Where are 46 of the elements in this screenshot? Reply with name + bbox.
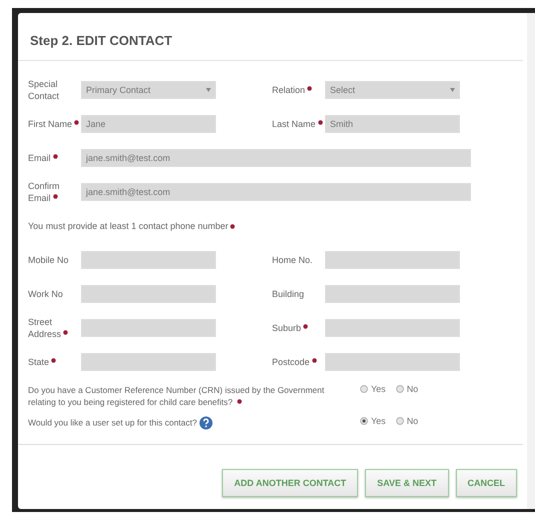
input-field[interactable] [325,352,460,370]
help-icon[interactable] [199,416,214,430]
action-button[interactable]: ADD ANOTHER CONTACT [222,469,358,497]
field-label: Street Address [28,316,62,338]
input-field[interactable] [325,250,460,268]
field-label: Relation [272,84,306,94]
field-label: Work No [28,288,63,298]
input-field[interactable]: Smith [325,114,460,132]
field-label: Home No. [272,254,313,264]
action-button[interactable]: SAVE & NEXT [365,469,448,497]
field-label: Last Name [272,118,316,128]
question-text: Would you like a user set up for this contact? [28,417,197,428]
input-field[interactable]: Jane [81,114,216,132]
radio-button[interactable] [396,417,404,425]
input-field[interactable]: jane.smith@test.com [81,182,471,200]
input-field[interactable] [325,284,460,302]
action-button[interactable]: CANCEL [456,469,517,497]
input-field[interactable] [81,250,216,268]
radio-label: No [406,416,418,426]
field-label: Email [28,152,51,162]
radio-button[interactable] [396,385,404,393]
question-text: Do you have a Customer Reference Number (CRN) issued by the Government relating to you being registered for child care benefits? [28,385,324,407]
dropdown[interactable]: Select [325,80,460,98]
field-label: Suburb [272,322,302,332]
field-label: Postcode [272,356,310,366]
radio-button[interactable] [360,385,368,393]
caret-icon [450,88,455,92]
field-label: Mobile No [28,254,69,264]
radio-button[interactable] [360,417,368,425]
phone-note: You must provide at least 1 contact phone number [28,220,228,230]
field-label: First Name [28,118,72,128]
radio-label: Yes [371,416,386,426]
caret-icon [206,88,211,92]
field-label: State [28,356,50,366]
dropdown[interactable]: Primary Contact [81,80,216,98]
field-label: Building [272,288,304,298]
input-field[interactable] [325,318,460,336]
input-field[interactable] [81,284,216,302]
field-label: Confirm Email [28,180,60,202]
field-label: Special Contact [28,78,60,100]
input-field[interactable] [81,352,216,370]
input-field[interactable] [81,318,216,336]
input-field[interactable]: jane.smith@test.com [81,148,471,166]
dialog-title: Step 2. EDIT CONTACT [30,33,174,48]
radio-label: Yes [371,384,386,394]
radio-label: No [406,384,418,394]
